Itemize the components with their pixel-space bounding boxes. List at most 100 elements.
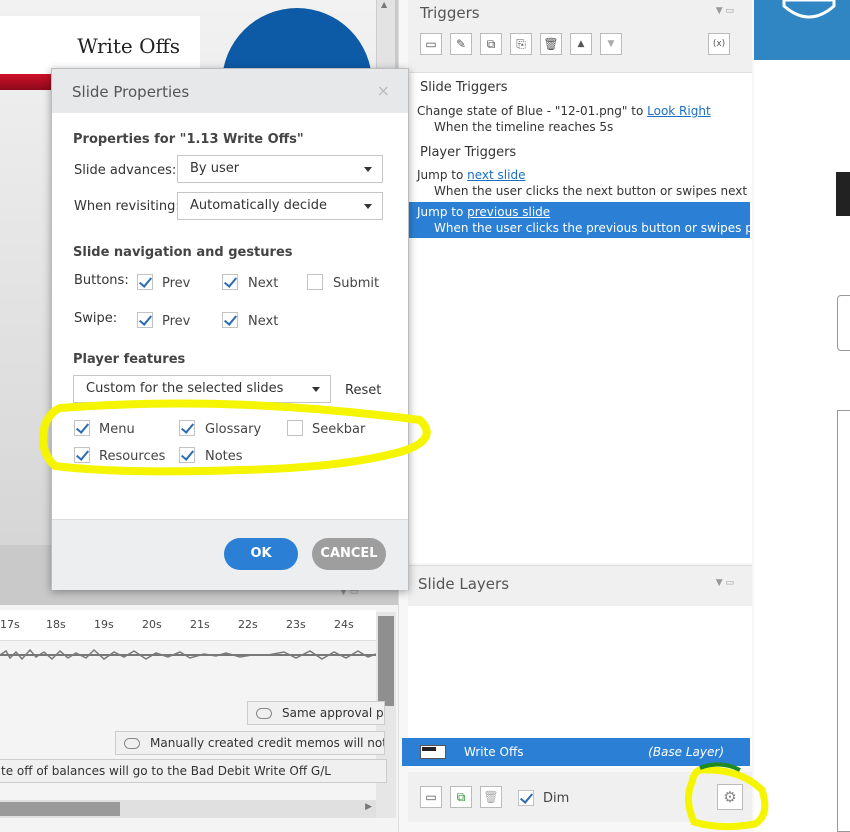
slide-advances-select[interactable]: By user xyxy=(177,155,383,183)
player-features-select[interactable]: Custom for the selected slides xyxy=(73,375,331,403)
trigger-row[interactable]: Change state of Blue - "12-01.png" to Lo… xyxy=(417,104,711,118)
audio-waveform[interactable] xyxy=(0,644,376,666)
shield-icon xyxy=(782,0,836,19)
revisiting-select[interactable]: Automatically decide xyxy=(177,192,383,220)
delete-layer-button[interactable]: 🗑 xyxy=(480,786,502,808)
move-down-button[interactable]: ▼ xyxy=(600,33,622,55)
caption-cue[interactable]: Manually created credit memos will not xyxy=(115,731,385,755)
dim-label: Dim xyxy=(543,791,570,806)
partial-label-glyph xyxy=(836,272,850,288)
chevron-down-icon xyxy=(312,387,320,392)
brand-header-bar xyxy=(754,0,850,60)
slide-advances-value: By user xyxy=(190,161,240,176)
player-features-heading: Player features xyxy=(73,352,186,367)
far-right-pane xyxy=(754,0,850,832)
tick-label: 21s xyxy=(190,618,210,631)
glossary-label: Glossary xyxy=(205,422,262,437)
timeline-ruler[interactable]: 17s 18s 19s 20s 21s 22s 23s 24s xyxy=(0,610,376,641)
player-triggers-heading: Player Triggers xyxy=(420,145,517,160)
revisiting-label: When revisiting: xyxy=(74,199,180,214)
base-layer-row[interactable]: Write Offs (Base Layer) xyxy=(402,738,750,766)
delete-trigger-button[interactable]: 🗑 xyxy=(540,33,562,55)
resources-checkbox[interactable] xyxy=(74,447,90,463)
prev-button-checkbox[interactable] xyxy=(137,274,153,290)
edit-trigger-button[interactable]: ✎ xyxy=(450,33,472,55)
layers-toolbar: ▭ ⧉ 🗑 Dim ⚙ xyxy=(408,772,752,822)
scroll-thumb[interactable] xyxy=(0,802,120,816)
partial-input[interactable] xyxy=(837,295,850,351)
swipe-next-checkbox[interactable] xyxy=(222,312,238,328)
dialog-footer: OK CANCEL xyxy=(52,519,408,590)
menu-label: Menu xyxy=(99,422,135,437)
prev-button-label: Prev xyxy=(162,276,191,291)
panel-options-icon[interactable]: ▼ ▭ xyxy=(716,6,734,16)
partial-textarea[interactable] xyxy=(837,410,850,832)
close-icon[interactable]: × xyxy=(377,81,390,100)
swipe-prev-checkbox[interactable] xyxy=(137,312,153,328)
triggers-title: Triggers xyxy=(420,4,480,22)
move-up-button[interactable]: ▲ xyxy=(570,33,592,55)
cue-text: Manually created credit memos will not xyxy=(150,736,385,750)
reset-link[interactable]: Reset xyxy=(345,383,381,398)
next-button-checkbox[interactable] xyxy=(222,274,238,290)
slide-layers-title: Slide Layers xyxy=(418,575,510,593)
seekbar-checkbox[interactable] xyxy=(287,420,303,436)
dialog-header: Slide Properties × xyxy=(52,69,408,113)
scroll-up-icon[interactable]: ▲ xyxy=(381,0,387,9)
partial-heading-glyph xyxy=(836,172,850,216)
properties-for-heading: Properties for "1.13 Write Offs" xyxy=(73,132,304,147)
menu-checkbox[interactable] xyxy=(74,420,90,436)
caption-icon xyxy=(124,738,140,749)
variables-button[interactable]: (x) xyxy=(708,33,730,55)
chevron-down-icon xyxy=(364,204,372,209)
trigger-link[interactable]: previous slide xyxy=(467,205,550,219)
tick-label: 22s xyxy=(238,618,258,631)
submit-button-label: Submit xyxy=(333,276,380,291)
chevron-down-icon xyxy=(364,167,372,172)
trigger-row-text: Jump to previous slide xyxy=(417,205,550,219)
scroll-right-icon[interactable]: ▶ xyxy=(365,802,372,812)
trigger-action: Jump to xyxy=(417,168,464,182)
paste-trigger-button[interactable]: ⎘ xyxy=(510,33,532,55)
layer-name: Write Offs xyxy=(464,745,524,759)
swipe-label: Swipe: xyxy=(74,311,118,326)
dim-checkbox[interactable] xyxy=(518,790,534,806)
copy-trigger-button[interactable]: ⧉ xyxy=(480,33,502,55)
trigger-action: Change state of Blue - "12-01.png" to xyxy=(417,104,644,118)
panel-options-icon[interactable]: ▼ ▭ xyxy=(716,578,734,588)
cancel-button[interactable]: CANCEL xyxy=(312,538,386,570)
new-layer-button[interactable]: ▭ xyxy=(420,786,442,808)
layer-properties-gear-icon[interactable]: ⚙ xyxy=(717,784,743,810)
slide-title-box[interactable]: Write Offs xyxy=(0,16,200,74)
slide-advances-label: Slide advances: xyxy=(74,163,177,178)
buttons-label: Buttons: xyxy=(74,273,129,288)
tick-label: 19s xyxy=(94,618,114,631)
caption-cue[interactable]: Same approval pro xyxy=(247,701,385,725)
trigger-condition: When the timeline reaches 5s xyxy=(434,120,614,134)
trigger-action: Jump to xyxy=(417,205,464,219)
timeline-horizontal-scrollbar[interactable]: ▶ xyxy=(0,800,376,818)
ok-button[interactable]: OK xyxy=(224,538,298,570)
notes-checkbox[interactable] xyxy=(179,447,195,463)
tick-label: 18s xyxy=(46,618,66,631)
tick-label: 20s xyxy=(142,618,162,631)
swipe-next-label: Next xyxy=(248,314,279,329)
triggers-list: Slide Triggers Change state of Blue - "1… xyxy=(408,73,752,563)
caption-cue[interactable]: te off of balances will go to the Bad De… xyxy=(0,759,387,783)
trigger-row-selected[interactable]: Jump to previous slide When the user cli… xyxy=(408,202,783,238)
submit-button-checkbox[interactable] xyxy=(307,274,323,290)
slide-title: Write Offs xyxy=(77,34,180,58)
next-button-label: Next xyxy=(248,276,279,291)
scroll-thumb[interactable] xyxy=(378,616,394,706)
slide-properties-dialog: Slide Properties × Properties for "1.13 … xyxy=(51,68,409,590)
cue-text: Same approval pro xyxy=(282,706,385,720)
caption-icon xyxy=(256,708,272,719)
new-trigger-button[interactable]: ▭ xyxy=(420,33,442,55)
trigger-row[interactable]: Jump to next slide xyxy=(417,168,525,182)
glossary-checkbox[interactable] xyxy=(179,420,195,436)
navigation-heading: Slide navigation and gestures xyxy=(73,245,293,260)
trigger-condition: When the user clicks the next button or … xyxy=(434,184,748,198)
trigger-link[interactable]: Look Right xyxy=(647,104,711,118)
trigger-link[interactable]: next slide xyxy=(467,168,525,182)
duplicate-layer-button[interactable]: ⧉ xyxy=(450,786,472,808)
